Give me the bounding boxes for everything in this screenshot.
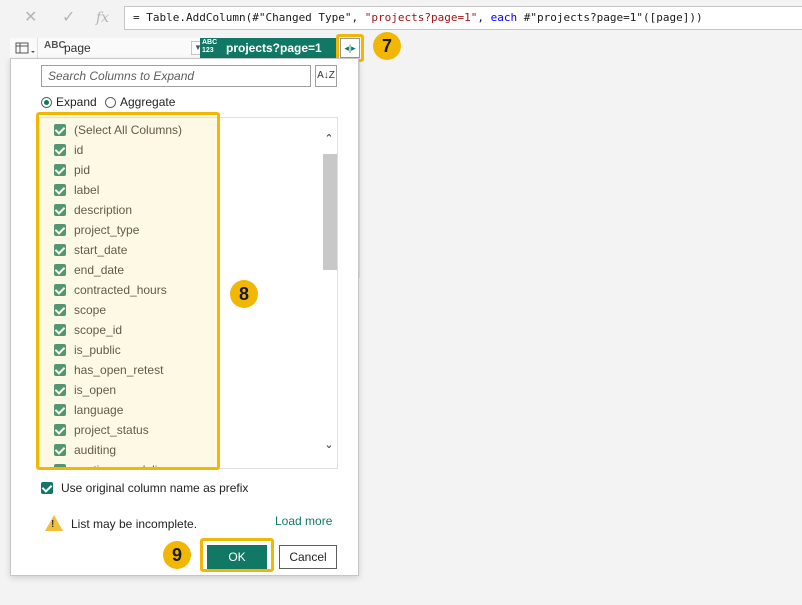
close-icon[interactable]: ✕: [24, 8, 37, 28]
radio-expand[interactable]: Expand: [41, 95, 97, 109]
radio-aggregate-label: Aggregate: [120, 95, 176, 109]
prefix-label: Use original column name as prefix: [61, 481, 249, 495]
radio-expand-label: Expand: [56, 95, 97, 109]
formula-text-prefix: = Table.AddColumn(#"Changed Type",: [133, 11, 365, 24]
table-icon: [15, 42, 35, 54]
sort-az-button[interactable]: A↓Z: [315, 65, 337, 87]
list-scrollbar[interactable]: ⌃ ⌄: [320, 118, 337, 468]
table-menu-button[interactable]: [10, 38, 38, 58]
type-label-top: ABC: [202, 39, 218, 46]
check-icon[interactable]: ✓: [62, 8, 75, 28]
chevron-down-icon[interactable]: ⌄: [320, 438, 337, 452]
warning-row: ! List may be incomplete.: [45, 515, 197, 531]
any-type-icon: ABC 123: [202, 39, 217, 55]
prefix-checkbox[interactable]: [41, 482, 53, 494]
callout-step7: 7: [373, 32, 401, 60]
callout-highlight-list: [36, 112, 220, 470]
search-columns-input[interactable]: Search Columns to Expand: [41, 65, 311, 87]
warning-text: List may be incomplete.: [71, 517, 198, 531]
formula-text-keyword: each: [490, 11, 518, 24]
formula-text-suffix: #"projects?page=1"([page])): [517, 11, 703, 24]
formula-text-sep: ,: [477, 11, 491, 24]
column-header-row: ABC page ▼ ABC 123 projects?page=1 ◂|▸: [10, 38, 360, 58]
text-type-icon: ABC: [44, 40, 66, 51]
warning-icon: !: [45, 515, 63, 531]
radio-expand-dot: [41, 97, 52, 108]
formula-input[interactable]: = Table.AddColumn(#"Changed Type", "proj…: [124, 6, 802, 30]
formula-bar: ✕ ✓ fx = Table.AddColumn(#"Changed Type"…: [0, 0, 802, 36]
radio-aggregate[interactable]: Aggregate: [105, 95, 175, 109]
fx-icon[interactable]: fx: [96, 8, 109, 28]
callout-highlight-ok: [200, 538, 274, 572]
sort-az-icon: A↓Z: [317, 70, 335, 81]
formula-text-string: "projects?page=1": [364, 11, 478, 24]
type-label-bottom: 123: [202, 47, 214, 54]
callout-step9: 9: [163, 541, 191, 569]
column-name-projects: projects?page=1: [226, 41, 322, 55]
prefix-checkbox-row[interactable]: Use original column name as prefix: [41, 481, 248, 495]
column-header-projects[interactable]: ABC 123 projects?page=1: [200, 38, 338, 58]
radio-aggregate-dot: [105, 97, 116, 108]
scrollbar-thumb[interactable]: [323, 154, 337, 270]
column-name-page: page: [64, 41, 91, 55]
chevron-up-icon[interactable]: ⌃: [320, 132, 337, 146]
cancel-button[interactable]: Cancel: [279, 545, 337, 569]
column-header-page[interactable]: ABC page ▼: [38, 38, 210, 58]
callout-step8: 8: [230, 280, 258, 308]
load-more-link[interactable]: Load more: [275, 514, 332, 528]
